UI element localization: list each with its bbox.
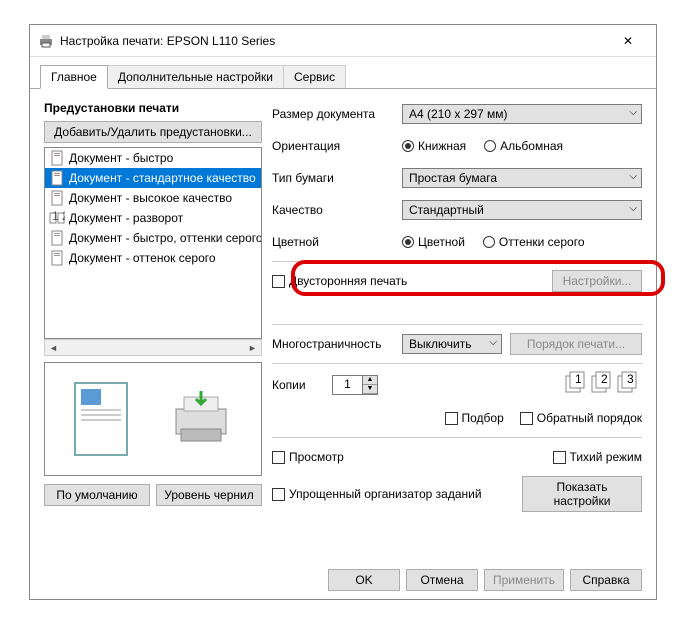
color-gray-radio[interactable]: Оттенки серого xyxy=(483,235,585,249)
checkbox-icon xyxy=(272,488,285,501)
checkbox-icon xyxy=(272,451,285,464)
scroll-right-icon[interactable]: ► xyxy=(244,340,261,355)
checkbox-icon xyxy=(445,412,458,425)
spin-up-icon[interactable]: ▲ xyxy=(363,376,377,385)
preview-panel xyxy=(44,362,262,476)
color-color-radio[interactable]: Цветной xyxy=(402,235,465,249)
checkbox-icon xyxy=(520,412,533,425)
paper-type-select[interactable]: Простая бумага xyxy=(402,168,642,188)
page-preview-icon xyxy=(71,379,131,459)
multipage-label: Многостраничность xyxy=(272,337,402,351)
tab-service[interactable]: Сервис xyxy=(284,65,346,88)
tab-bar: Главное Дополнительные настройки Сервис xyxy=(30,61,656,89)
print-settings-dialog: Настройка печати: EPSON L110 Series ✕ Гл… xyxy=(29,24,657,600)
checkbox-icon xyxy=(272,275,285,288)
close-button[interactable]: ✕ xyxy=(608,27,648,55)
ok-button[interactable]: OK xyxy=(328,569,400,591)
help-button[interactable]: Справка xyxy=(570,569,642,591)
preset-list[interactable]: Документ - быстро Документ - стандартное… xyxy=(44,147,262,339)
multipage-select[interactable]: Выключить xyxy=(402,334,502,354)
preset-item[interactable]: Документ - высокое качество xyxy=(45,188,261,208)
radio-icon xyxy=(484,140,496,152)
titlebar: Настройка печати: EPSON L110 Series ✕ xyxy=(30,25,656,57)
copies-label: Копии xyxy=(272,378,332,392)
tab-advanced[interactable]: Дополнительные настройки xyxy=(108,65,284,88)
doc-size-label: Размер документа xyxy=(272,107,402,121)
orientation-landscape-radio[interactable]: Альбомная xyxy=(484,139,563,153)
cancel-button[interactable]: Отмена xyxy=(406,569,478,591)
svg-text:3: 3 xyxy=(627,372,634,386)
organizer-checkbox[interactable]: Упрощенный организатор заданий xyxy=(272,487,482,501)
duplex-settings-button: Настройки... xyxy=(552,270,642,292)
color-label: Цветной xyxy=(272,235,402,249)
preset-item[interactable]: Документ - быстро, оттенки серого xyxy=(45,228,261,248)
copies-spinner[interactable]: 1▲▼ xyxy=(332,375,378,395)
radio-checked-icon xyxy=(402,140,414,152)
printer-preview-icon xyxy=(166,389,236,449)
orientation-label: Ориентация xyxy=(272,139,402,153)
printer-icon xyxy=(38,33,54,49)
doc-icon xyxy=(49,170,65,186)
radio-icon xyxy=(483,236,495,248)
doc-gray-icon xyxy=(49,230,65,246)
orientation-portrait-radio[interactable]: Книжная xyxy=(402,139,466,153)
collate-checkbox[interactable]: Подбор xyxy=(445,411,504,425)
quiet-checkbox[interactable]: Тихий режим xyxy=(553,450,642,464)
quality-select[interactable]: Стандартный xyxy=(402,200,642,220)
default-button[interactable]: По умолчанию xyxy=(44,484,150,506)
svg-text:2: 2 xyxy=(601,372,608,386)
ink-level-button[interactable]: Уровень чернил xyxy=(156,484,262,506)
doc-icon xyxy=(49,190,65,206)
checkbox-icon xyxy=(553,451,566,464)
svg-text:1 2: 1 2 xyxy=(52,210,65,223)
doc-gray-icon xyxy=(49,250,65,266)
apply-button: Применить xyxy=(484,569,564,591)
horizontal-scrollbar[interactable]: ◄► xyxy=(44,339,262,356)
spin-down-icon[interactable]: ▼ xyxy=(363,385,377,394)
preset-item[interactable]: Документ - оттенок серого xyxy=(45,248,261,268)
preset-item[interactable]: 1 2Документ - разворот xyxy=(45,208,261,228)
doc-size-select[interactable]: A4 (210 x 297 мм) xyxy=(402,104,642,124)
svg-text:1: 1 xyxy=(575,372,582,386)
tab-main[interactable]: Главное xyxy=(40,65,108,89)
duplex-checkbox[interactable]: Двусторонняя печать xyxy=(272,274,407,288)
page-order-button: Порядок печати... xyxy=(510,333,642,355)
window-title: Настройка печати: EPSON L110 Series xyxy=(60,34,608,48)
preview-checkbox[interactable]: Просмотр xyxy=(272,450,344,464)
scroll-left-icon[interactable]: ◄ xyxy=(45,340,62,355)
add-remove-presets-button[interactable]: Добавить/Удалить предустановки... xyxy=(44,121,262,143)
radio-checked-icon xyxy=(402,236,414,248)
quality-label: Качество xyxy=(272,203,402,217)
reverse-checkbox[interactable]: Обратный порядок xyxy=(520,411,642,425)
preset-item[interactable]: Документ - быстро xyxy=(45,148,261,168)
spread-icon: 1 2 xyxy=(49,210,65,226)
preset-item-selected[interactable]: Документ - стандартное качество xyxy=(45,168,261,188)
presets-header: Предустановки печати xyxy=(44,101,262,115)
show-settings-button[interactable]: Показать настройки xyxy=(522,476,642,512)
paper-type-label: Тип бумаги xyxy=(272,171,402,185)
doc-icon xyxy=(49,150,65,166)
collate-illustration-icon: 1 2 3 xyxy=(560,370,642,399)
